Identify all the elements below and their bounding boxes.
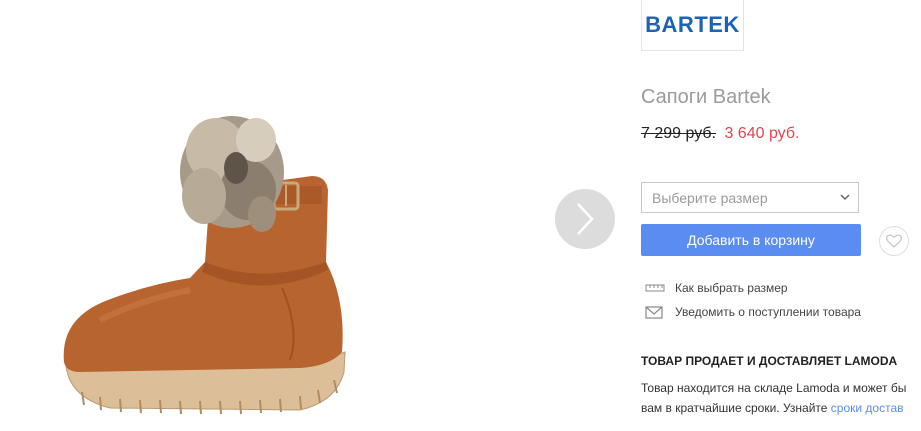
envelope-icon [645, 305, 665, 319]
chevron-down-icon [840, 194, 850, 201]
seller-description: Товар находится на складе Lamoda и может… [641, 378, 921, 418]
seller-heading: ТОВАР ПРОДАЕТ И ДОСТАВЛЯЕТ LAMODA [641, 354, 898, 368]
chevron-right-icon [577, 203, 594, 235]
add-to-cart-button[interactable]: Добавить в корзину [641, 224, 861, 256]
notify-link[interactable]: Уведомить о поступлении товара [645, 305, 861, 319]
notify-label: Уведомить о поступлении товара [675, 305, 861, 319]
delivery-terms-link[interactable]: сроки достав [831, 401, 904, 415]
ruler-icon [645, 281, 665, 295]
brand-logo-text: BARTEK [645, 12, 740, 37]
size-guide-label: Как выбрать размер [675, 281, 788, 295]
seller-text-line1: Товар находится на складе Lamoda и может… [641, 381, 907, 395]
size-guide-link[interactable]: Как выбрать размер [645, 281, 788, 295]
size-select-placeholder: Выберите размер [652, 189, 768, 206]
product-title: Сапоги Bartek [641, 86, 771, 108]
size-select[interactable]: Выберите размер [641, 182, 859, 213]
next-image-button[interactable] [555, 189, 615, 249]
brand-logo[interactable]: BARTEK [641, 0, 744, 51]
wishlist-button[interactable] [879, 226, 909, 256]
old-price: 7 299 руб. [641, 125, 716, 142]
seller-text-line2-prefix: вам в кратчайшие сроки. Узнайте [641, 401, 831, 415]
heart-icon [886, 234, 902, 248]
product-image [63, 116, 346, 415]
price-row: 7 299 руб. 3 640 руб. [641, 125, 799, 143]
seller-text-line2: вам в кратчайшие сроки. Узнайте сроки до… [641, 398, 921, 418]
product-gallery [0, 0, 620, 431]
sale-price: 3 640 руб. [724, 125, 800, 142]
